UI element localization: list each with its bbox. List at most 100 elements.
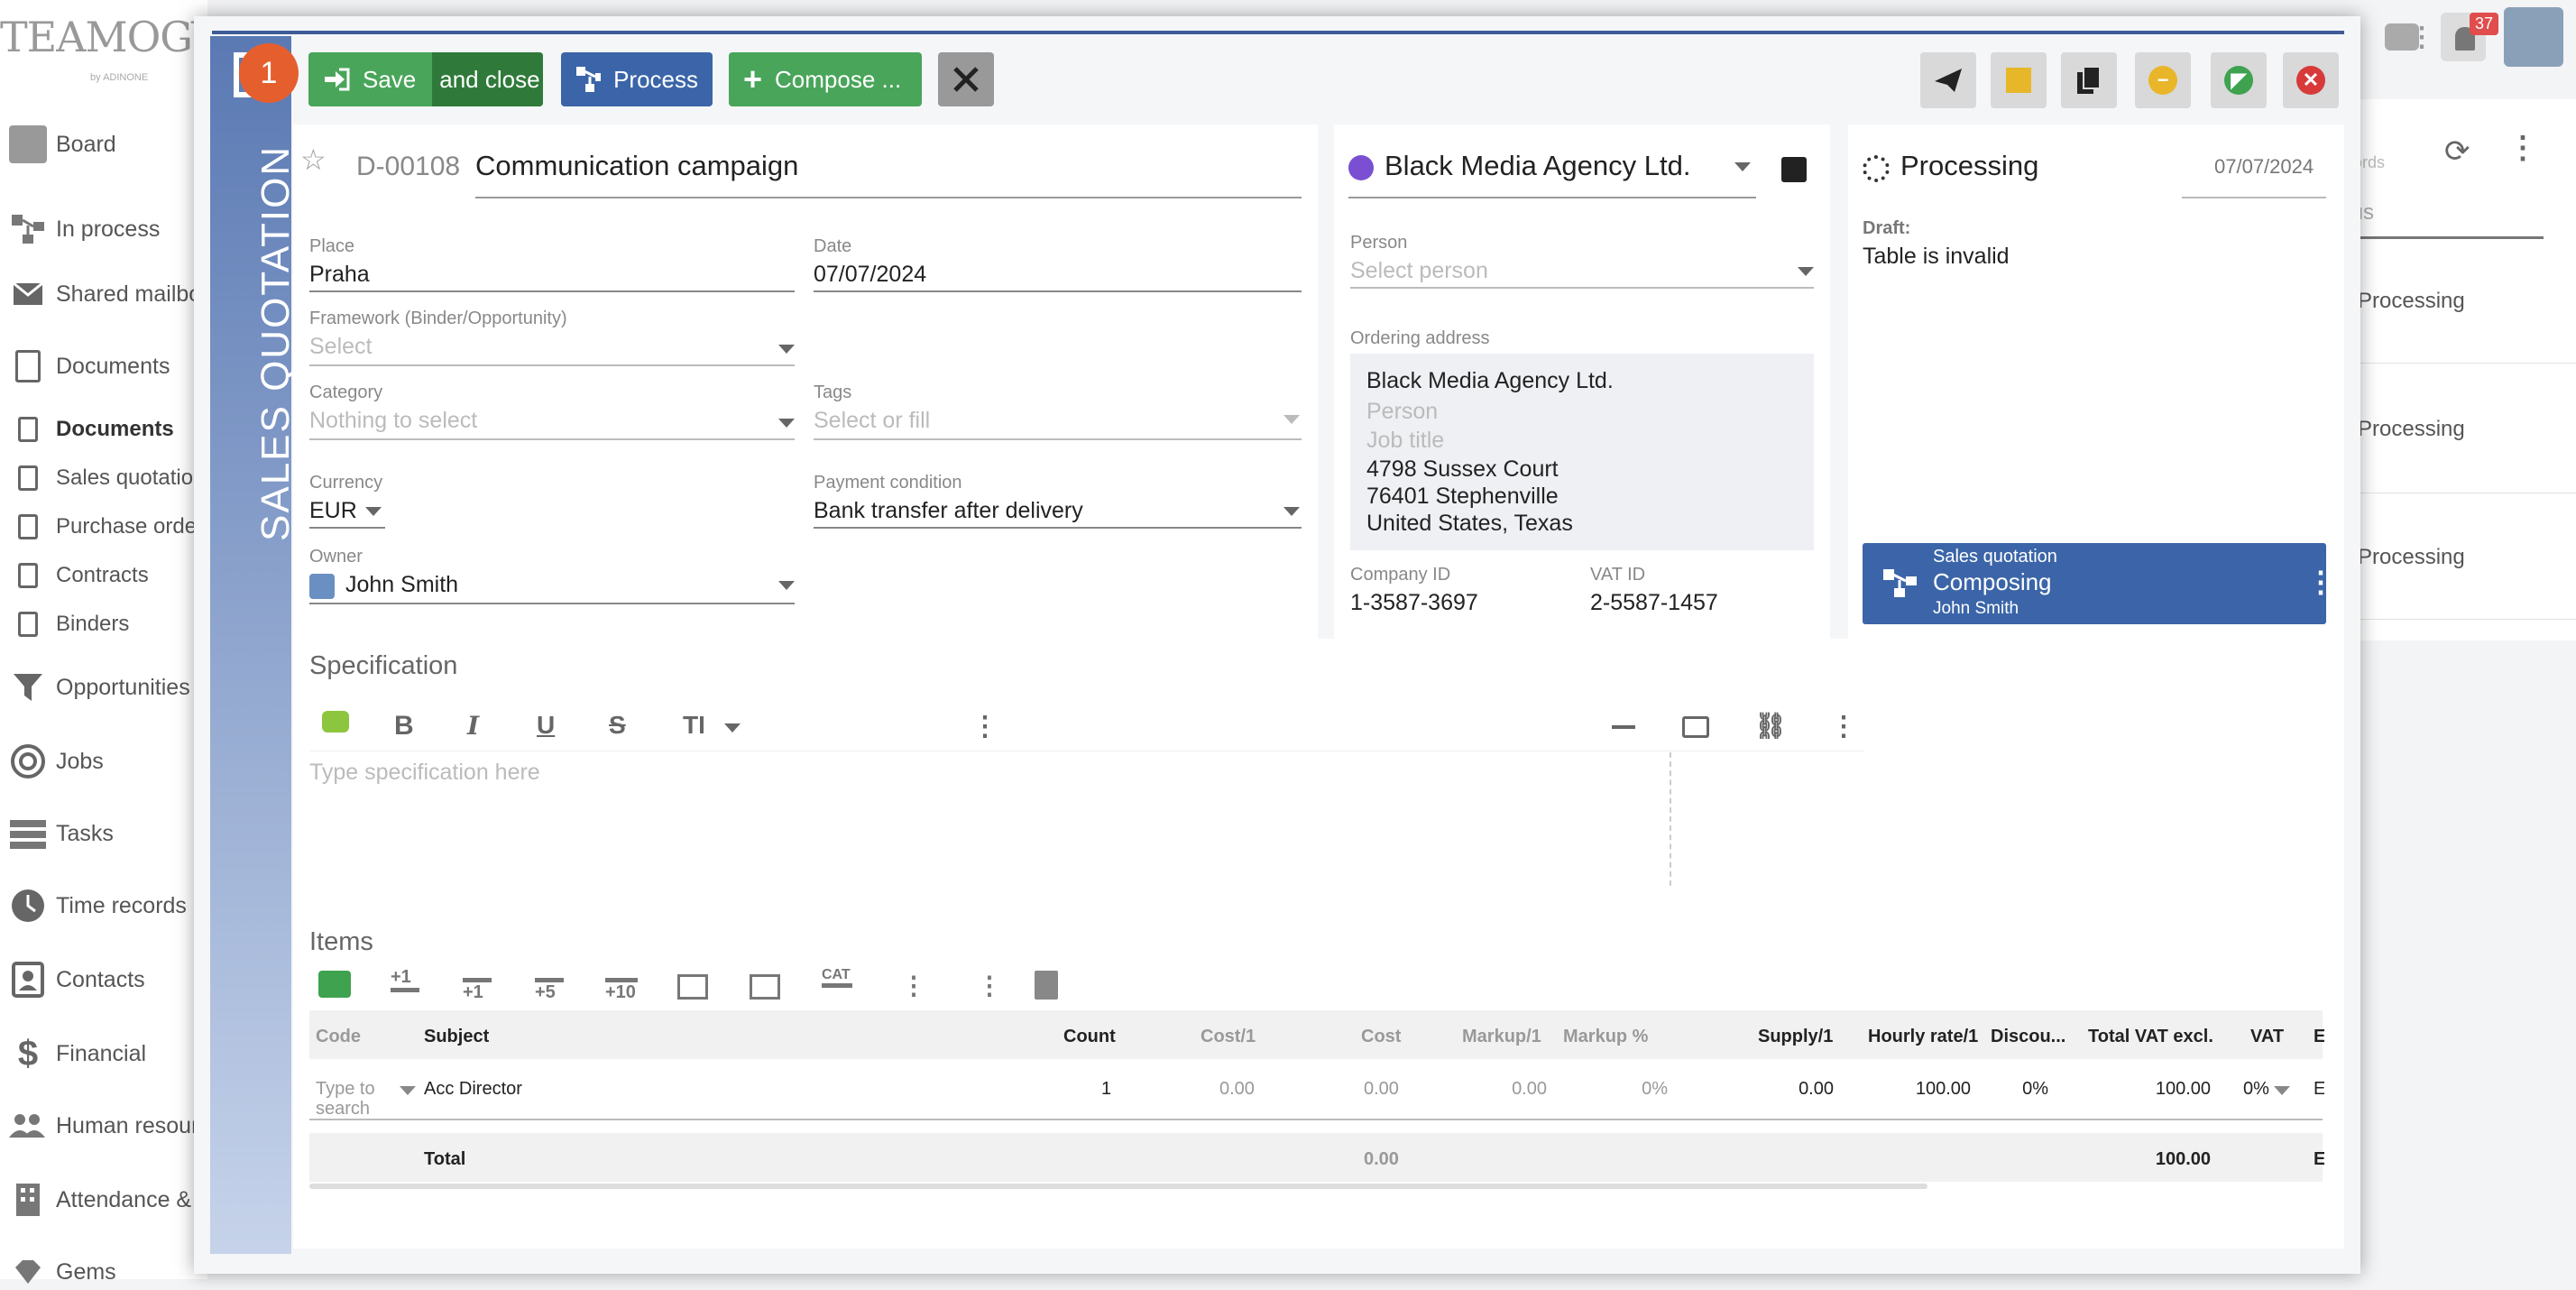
chevron-down-icon[interactable] bbox=[724, 723, 741, 733]
item-markup-per-unit[interactable]: 0.00 bbox=[1462, 1079, 1547, 1100]
currency-select[interactable]: EUR bbox=[309, 498, 357, 524]
item-supply-per-unit[interactable]: 0.00 bbox=[1767, 1079, 1834, 1100]
nav-item-documents[interactable]: Documents bbox=[0, 348, 170, 384]
place-input[interactable]: Praha bbox=[309, 262, 370, 288]
save-button-main[interactable]: Save bbox=[308, 52, 419, 106]
nav-subitem-purchase-orders[interactable]: Purchase orde bbox=[0, 509, 197, 545]
item-markup-pct[interactable]: 0% bbox=[1619, 1079, 1668, 1100]
expand-rows-icon[interactable]: ⋮ bbox=[901, 971, 926, 1000]
list-item-status[interactable]: Processing bbox=[2358, 545, 2465, 570]
company-select[interactable]: Black Media Agency Ltd. bbox=[1385, 150, 1690, 182]
date-input[interactable]: 07/07/2024 bbox=[814, 262, 926, 288]
column-header-eu[interactable]: EU bbox=[2314, 1027, 2324, 1047]
chevron-down-icon[interactable] bbox=[400, 1086, 416, 1095]
chevron-down-icon[interactable] bbox=[1798, 267, 1814, 276]
nav-subitem-documents[interactable]: Documents bbox=[0, 411, 174, 447]
catalog-icon[interactable]: CAT bbox=[822, 967, 852, 988]
horizontal-rule-icon[interactable] bbox=[1612, 725, 1635, 729]
chevron-down-icon[interactable] bbox=[778, 581, 795, 590]
column-header-code[interactable]: Code bbox=[316, 1027, 361, 1047]
link-icon[interactable]: ⛓ bbox=[1754, 711, 1787, 741]
close-button[interactable]: ✕ bbox=[2283, 52, 2339, 108]
nav-item-gems[interactable]: Gems bbox=[0, 1254, 116, 1290]
send-button[interactable] bbox=[1920, 52, 1976, 108]
edit-icon[interactable] bbox=[1781, 157, 1807, 182]
more-vertical-icon[interactable]: ⋮ bbox=[1830, 711, 1857, 742]
framework-select[interactable]: Select bbox=[309, 334, 372, 360]
move-row-up-icon[interactable] bbox=[677, 974, 708, 1000]
item-discount[interactable]: 0% bbox=[2007, 1079, 2048, 1100]
column-header-hourly-rate[interactable]: Hourly rate/1 bbox=[1868, 1027, 1978, 1047]
chevron-down-icon[interactable] bbox=[1734, 162, 1751, 171]
item-vat-select[interactable]: 0% bbox=[2243, 1079, 2269, 1100]
column-header-cost[interactable]: Cost bbox=[1361, 1027, 1401, 1047]
more-vertical-icon[interactable]: ⋮ bbox=[2306, 565, 2335, 599]
owner-select[interactable]: John Smith bbox=[345, 572, 458, 598]
nav-item-jobs[interactable]: Jobs bbox=[0, 743, 104, 779]
trash-icon[interactable] bbox=[1035, 971, 1058, 1000]
payment-condition-select[interactable]: Bank transfer after delivery bbox=[814, 498, 1083, 524]
chevron-down-icon[interactable] bbox=[778, 345, 795, 354]
expand-columns-icon[interactable]: ⋮ bbox=[977, 971, 1002, 1000]
strikethrough-icon[interactable]: S bbox=[609, 711, 626, 740]
column-header-cost-per-unit[interactable]: Cost/1 bbox=[1201, 1027, 1256, 1047]
column-header-count[interactable]: Count bbox=[1063, 1027, 1116, 1047]
insert-10-rows-icon[interactable]: +10 bbox=[605, 978, 638, 1003]
more-vertical-icon[interactable]: ⋮ bbox=[2408, 22, 2435, 53]
more-vertical-icon[interactable]: ⋮ bbox=[971, 711, 998, 742]
chevron-down-icon[interactable] bbox=[2274, 1086, 2290, 1095]
chevron-down-icon[interactable] bbox=[1283, 415, 1300, 424]
specification-editor[interactable]: Type specification here bbox=[309, 752, 1864, 886]
item-count[interactable]: 1 bbox=[1101, 1079, 1111, 1100]
nav-item-in-process[interactable]: In process bbox=[0, 211, 160, 247]
refresh-icon[interactable]: ⟳ bbox=[2444, 134, 2470, 170]
save-button[interactable]: Save and close bbox=[308, 52, 543, 106]
nav-item-contacts[interactable]: Contacts bbox=[0, 962, 145, 998]
save-and-close-button[interactable]: and close bbox=[432, 52, 543, 106]
tools-button[interactable] bbox=[938, 52, 994, 106]
column-header-supply-per-unit[interactable]: Supply/1 bbox=[1758, 1027, 1833, 1047]
minimize-button[interactable]: − bbox=[2135, 52, 2191, 108]
document-title-input[interactable]: Communication campaign bbox=[475, 150, 798, 182]
chevron-down-icon[interactable] bbox=[1283, 507, 1300, 516]
bold-icon[interactable]: B bbox=[394, 711, 414, 742]
copy-button[interactable] bbox=[2061, 52, 2117, 108]
nav-item-shared-mailbox[interactable]: Shared mailbo bbox=[0, 276, 201, 312]
workflow-card[interactable]: Sales quotation Composing John Smith ⋮ bbox=[1863, 543, 2335, 624]
nav-item-board[interactable]: Board bbox=[0, 125, 116, 163]
item-code-search[interactable]: Type to search bbox=[316, 1079, 388, 1119]
chevron-down-icon[interactable] bbox=[778, 419, 795, 428]
column-header-markup-per-unit[interactable]: Markup/1 bbox=[1462, 1027, 1541, 1047]
nav-item-tasks[interactable]: Tasks bbox=[0, 815, 114, 852]
nav-subitem-sales-quotations[interactable]: Sales quotatio bbox=[0, 460, 193, 496]
table-horizontal-scrollbar[interactable] bbox=[309, 1184, 1927, 1189]
compose-button[interactable]: + Compose ... bbox=[729, 52, 922, 106]
list-item-status[interactable]: Processing bbox=[2358, 289, 2465, 314]
chevron-down-icon[interactable] bbox=[365, 507, 382, 516]
maximize-button[interactable]: ◤ bbox=[2211, 52, 2267, 108]
item-cost-per-unit[interactable]: 0.00 bbox=[1219, 1079, 1255, 1100]
move-row-down-icon[interactable] bbox=[750, 974, 780, 1000]
tags-input[interactable]: Select or fill bbox=[814, 408, 930, 434]
image-icon[interactable] bbox=[1682, 716, 1709, 738]
category-select[interactable]: Nothing to select bbox=[309, 408, 477, 434]
list-item-status[interactable]: Processing bbox=[2358, 417, 2465, 442]
nav-item-time-records[interactable]: Time records bbox=[0, 888, 187, 924]
add-item-icon[interactable] bbox=[318, 971, 351, 998]
note-button[interactable] bbox=[1991, 52, 2047, 108]
avatar[interactable] bbox=[2504, 7, 2563, 67]
column-header-vat[interactable]: VAT bbox=[2250, 1027, 2284, 1047]
nav-item-financial[interactable]: $ Financial bbox=[0, 1034, 146, 1073]
add-row-icon[interactable]: +1 bbox=[391, 967, 419, 992]
nav-item-human-resources[interactable]: Human resour bbox=[0, 1108, 198, 1144]
column-header-markup-pct[interactable]: Markup % bbox=[1563, 1027, 1648, 1047]
item-hourly-rate[interactable]: 100.00 bbox=[1877, 1079, 1971, 1100]
column-header-total-vat-excl[interactable]: Total VAT excl. bbox=[2088, 1027, 2213, 1047]
process-button[interactable]: Process bbox=[561, 52, 713, 106]
nav-subitem-contracts[interactable]: Contracts bbox=[0, 557, 149, 594]
more-vertical-icon[interactable]: ⋮ bbox=[2507, 130, 2538, 166]
column-header-discount[interactable]: Discou... bbox=[1991, 1027, 2065, 1047]
item-subject[interactable]: Acc Director bbox=[424, 1079, 522, 1100]
italic-icon[interactable]: I bbox=[467, 711, 479, 741]
nav-item-attendance[interactable]: Attendance & bbox=[0, 1182, 191, 1218]
